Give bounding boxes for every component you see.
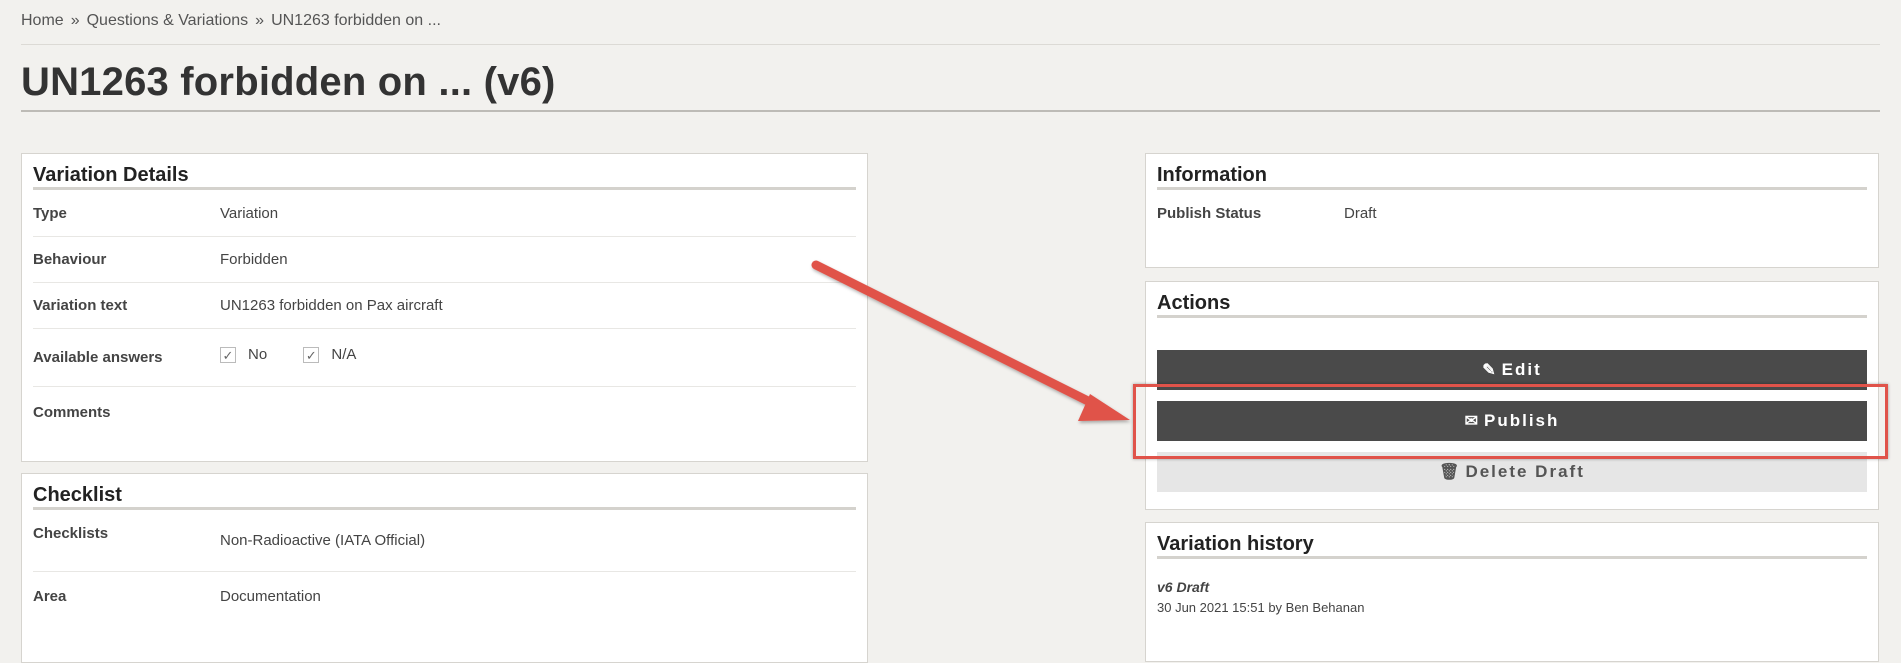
edit-button-label: Edit	[1501, 360, 1542, 379]
area-label: Area	[33, 587, 67, 605]
detail-row-comments: Comments	[33, 387, 856, 437]
trash-icon: 🗑	[1439, 464, 1460, 481]
checklist-panel: Checklist Checklists Non-Radioactive (IA…	[21, 473, 868, 663]
history-entry: v6 Draft 30 Jun 2021 15:51 by Ben Behana…	[1157, 579, 1867, 615]
checklist-heading: Checklist	[33, 474, 856, 510]
breadcrumb-divider	[21, 44, 1880, 45]
answer-option-na: ✓ N/A	[303, 346, 356, 363]
variation-history-panel: Variation history v6 Draft 30 Jun 2021 1…	[1145, 522, 1879, 662]
delete-draft-button-label: Delete Draft	[1465, 462, 1585, 481]
detail-row-available-answers: Available answers ✓ No ✓ N/A	[33, 329, 856, 387]
variation-history-heading: Variation history	[1157, 523, 1867, 559]
behaviour-value: Forbidden	[220, 251, 288, 268]
info-row-publish-status: Publish Status Draft	[1157, 191, 1867, 236]
checklists-value: Non-Radioactive (IATA Official)	[220, 532, 426, 549]
checklist-row-area: Area Documentation	[33, 572, 856, 620]
publish-button-label: Publish	[1484, 411, 1560, 430]
detail-row-behaviour: Behaviour Forbidden	[33, 237, 856, 283]
breadcrumb-current: UN1263 forbidden on ...	[271, 12, 441, 29]
checklists-label: Checklists	[33, 525, 109, 542]
breadcrumb-home-link[interactable]: Home	[21, 12, 64, 30]
publish-status-label: Publish Status	[1157, 205, 1262, 222]
checkmark-icon: ✓	[220, 346, 236, 363]
answer-option-no: ✓ No	[220, 346, 267, 363]
history-entry-title[interactable]: v6 Draft	[1157, 579, 1867, 595]
publish-status-value: Draft	[1344, 205, 1377, 222]
checkmark-icon: ✓	[303, 346, 320, 363]
information-heading: Information	[1157, 154, 1867, 190]
type-value: Variation	[220, 205, 279, 222]
publish-button[interactable]: ✉ Publish	[1157, 401, 1867, 441]
detail-row-type: Type Variation	[33, 191, 856, 237]
available-answers-label: Available answers	[33, 349, 163, 366]
type-label: Type	[33, 205, 67, 222]
answer-label: No	[248, 346, 268, 364]
variation-details-heading: Variation Details	[33, 154, 856, 190]
information-panel: Information Publish Status Draft	[1145, 153, 1879, 268]
behaviour-label: Behaviour	[33, 251, 107, 268]
breadcrumb-questions-link[interactable]: Questions & Variations	[87, 12, 249, 30]
detail-row-variation-text: Variation text UN1263 forbidden on Pax a…	[33, 283, 856, 329]
area-value: Documentation	[220, 587, 321, 605]
title-divider	[21, 110, 1880, 112]
comments-label: Comments	[33, 403, 111, 421]
page-title: UN1263 forbidden on ... (v6)	[21, 60, 556, 104]
edit-button[interactable]: ✎ Edit	[1157, 350, 1867, 390]
answer-label: N/A	[331, 346, 357, 364]
checklist-row-checklists: Checklists Non-Radioactive (IATA Officia…	[33, 510, 856, 572]
variation-text-value: UN1263 forbidden on Pax aircraft	[220, 297, 443, 314]
envelope-icon: ✉	[1464, 413, 1478, 430]
actions-heading: Actions	[1157, 282, 1867, 318]
delete-draft-button[interactable]: 🗑 Delete Draft	[1157, 452, 1867, 492]
pencil-icon: ✎	[1482, 362, 1496, 379]
available-answers-list: ✓ No ✓ N/A	[220, 346, 388, 364]
breadcrumb-separator: »	[255, 12, 265, 29]
history-entry-meta: 30 Jun 2021 15:51 by Ben Behanan	[1157, 600, 1365, 615]
breadcrumb: Home » Questions & Variations » UN1263 f…	[21, 12, 441, 30]
breadcrumb-separator: »	[70, 12, 80, 29]
variation-text-label: Variation text	[33, 297, 128, 314]
variation-details-panel: Variation Details Type Variation Behavio…	[21, 153, 868, 462]
